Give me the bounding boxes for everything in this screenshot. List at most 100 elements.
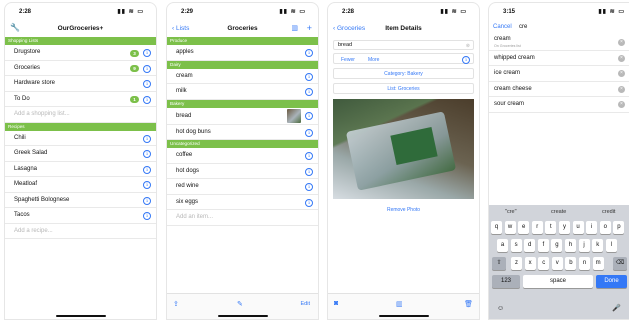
microphone-key[interactable]: 🎤 xyxy=(612,304,621,312)
info-icon[interactable]: i xyxy=(305,128,313,137)
info-icon[interactable]: i xyxy=(143,134,151,143)
backspace-key[interactable]: ⌫ xyxy=(613,257,627,270)
key-q[interactable]: q xyxy=(491,221,502,234)
info-icon[interactable]: i xyxy=(143,80,151,88)
grocery-item-row[interactable]: coffee i xyxy=(167,148,318,164)
category-button[interactable]: Category: Bakery xyxy=(333,68,474,79)
info-icon[interactable]: i xyxy=(305,49,313,57)
search-result-row[interactable]: whipped cream × xyxy=(489,51,629,66)
grocery-item-row[interactable]: milk i xyxy=(167,84,318,100)
more-button[interactable]: More xyxy=(368,57,379,63)
shopping-list-row[interactable]: Hardware store i xyxy=(5,76,156,92)
fewer-button[interactable]: Fewer xyxy=(341,57,355,63)
recipe-row[interactable]: Spaghetti Bolognese i xyxy=(5,193,156,208)
info-icon[interactable]: i xyxy=(143,64,151,73)
key-w[interactable]: w xyxy=(504,221,516,234)
key-i[interactable]: i xyxy=(586,221,598,234)
key-o[interactable]: o xyxy=(599,221,611,234)
info-icon[interactable]: i xyxy=(305,198,313,207)
emoji-key[interactable]: ☺ xyxy=(497,305,504,312)
add-recipe-field[interactable]: Add a recipe... xyxy=(5,224,156,239)
info-icon[interactable]: i xyxy=(462,55,470,64)
grocery-item-row[interactable]: apples i xyxy=(167,45,318,61)
cancel-button[interactable]: Cancel xyxy=(493,24,512,30)
shopping-list-row[interactable]: To Do 1 i xyxy=(5,92,156,107)
info-icon[interactable]: i xyxy=(143,49,151,57)
info-icon[interactable]: i xyxy=(143,212,151,220)
info-icon[interactable]: i xyxy=(305,152,313,160)
info-icon[interactable]: i xyxy=(143,150,151,158)
shopping-list-row[interactable]: Groceries 9 i xyxy=(5,61,156,76)
key-e[interactable]: e xyxy=(518,221,530,234)
grocery-item-row[interactable]: hot dogs i xyxy=(167,164,318,179)
edit-button[interactable]: Edit xyxy=(301,301,310,307)
grocery-item-row[interactable]: red wine i xyxy=(167,179,318,195)
key-r[interactable]: r xyxy=(531,221,543,234)
search-result-row[interactable]: cream On Groceries list × xyxy=(489,35,629,51)
key-j[interactable]: j xyxy=(578,239,590,252)
search-result-row[interactable]: cream cheese × xyxy=(489,82,629,97)
remove-photo-button[interactable]: Remove Photo xyxy=(333,205,474,216)
recipe-row[interactable]: Greek Salad i xyxy=(5,146,156,162)
key-a[interactable]: a xyxy=(497,239,508,252)
info-icon[interactable]: i xyxy=(305,88,313,96)
share-icon[interactable]: ⇪ xyxy=(173,300,179,308)
grocery-item-row[interactable]: six eggs i xyxy=(167,195,318,210)
grocery-item-row[interactable]: bread i xyxy=(167,108,318,125)
camera-icon[interactable]: ◙ xyxy=(334,300,338,307)
search-result-row[interactable]: sour cream × xyxy=(489,97,629,113)
search-result-row[interactable]: ice cream × xyxy=(489,66,629,82)
key-t[interactable]: t xyxy=(545,221,557,234)
remove-suggestion-icon[interactable]: × xyxy=(618,54,625,62)
compose-icon[interactable]: ✎ xyxy=(237,300,243,308)
key-g[interactable]: g xyxy=(551,239,563,252)
key-c[interactable]: c xyxy=(538,257,550,270)
numbers-key[interactable]: 123 xyxy=(492,275,520,288)
info-icon[interactable]: i xyxy=(305,72,313,81)
key-u[interactable]: u xyxy=(572,221,584,234)
remove-suggestion-icon[interactable]: × xyxy=(618,85,625,93)
shopping-list-row[interactable]: Drugstore 3 i xyxy=(5,45,156,61)
key-p[interactable]: p xyxy=(613,221,625,234)
item-name-field[interactable]: bread ⊗ xyxy=(333,40,474,50)
add-item-field[interactable]: Add an item... xyxy=(167,210,318,226)
remove-suggestion-icon[interactable]: × xyxy=(618,70,625,77)
info-icon[interactable]: i xyxy=(305,167,313,176)
suggestion-2[interactable]: create xyxy=(551,209,566,215)
key-k[interactable]: k xyxy=(592,239,604,252)
remove-suggestion-icon[interactable]: × xyxy=(618,101,625,108)
barcode-icon[interactable]: ▥ xyxy=(396,300,403,308)
recipe-row[interactable]: Chili i xyxy=(5,131,156,146)
barcode-scan-icon[interactable]: ▥ xyxy=(291,24,298,32)
key-s[interactable]: s xyxy=(510,239,522,252)
recipe-row[interactable]: Tacos i xyxy=(5,208,156,224)
shift-key[interactable]: ⇧ xyxy=(492,257,506,270)
key-x[interactable]: x xyxy=(524,257,536,270)
grocery-item-row[interactable]: hot dog buns i xyxy=(167,125,318,140)
info-icon[interactable]: i xyxy=(305,183,313,191)
info-icon[interactable]: i xyxy=(143,165,151,174)
key-v[interactable]: v xyxy=(551,257,563,270)
remove-suggestion-icon[interactable]: × xyxy=(618,39,625,46)
done-key[interactable]: Done xyxy=(596,275,627,288)
key-z[interactable]: z xyxy=(511,257,522,270)
info-icon[interactable]: i xyxy=(305,111,313,120)
list-button[interactable]: List: Groceries xyxy=(333,83,474,94)
key-f[interactable]: f xyxy=(537,239,549,252)
key-m[interactable]: m xyxy=(592,257,604,270)
recipe-row[interactable]: Lasagna i xyxy=(5,162,156,177)
key-n[interactable]: n xyxy=(579,257,590,270)
add-item-icon[interactable]: + xyxy=(307,23,312,33)
add-list-field[interactable]: Add a shopping list... xyxy=(5,107,156,123)
info-icon[interactable]: i xyxy=(143,95,151,104)
key-h[interactable]: h xyxy=(565,239,576,252)
space-key[interactable]: space xyxy=(523,275,593,288)
key-y[interactable]: y xyxy=(559,221,570,234)
suggestion-1[interactable]: "cre" xyxy=(505,209,517,215)
key-b[interactable]: b xyxy=(565,257,577,270)
info-icon[interactable]: i xyxy=(143,196,151,205)
info-icon[interactable]: i xyxy=(143,181,151,189)
suggestion-3[interactable]: credit xyxy=(602,209,615,215)
grocery-item-row[interactable]: cream i xyxy=(167,69,318,84)
search-input[interactable]: cre xyxy=(519,24,527,30)
